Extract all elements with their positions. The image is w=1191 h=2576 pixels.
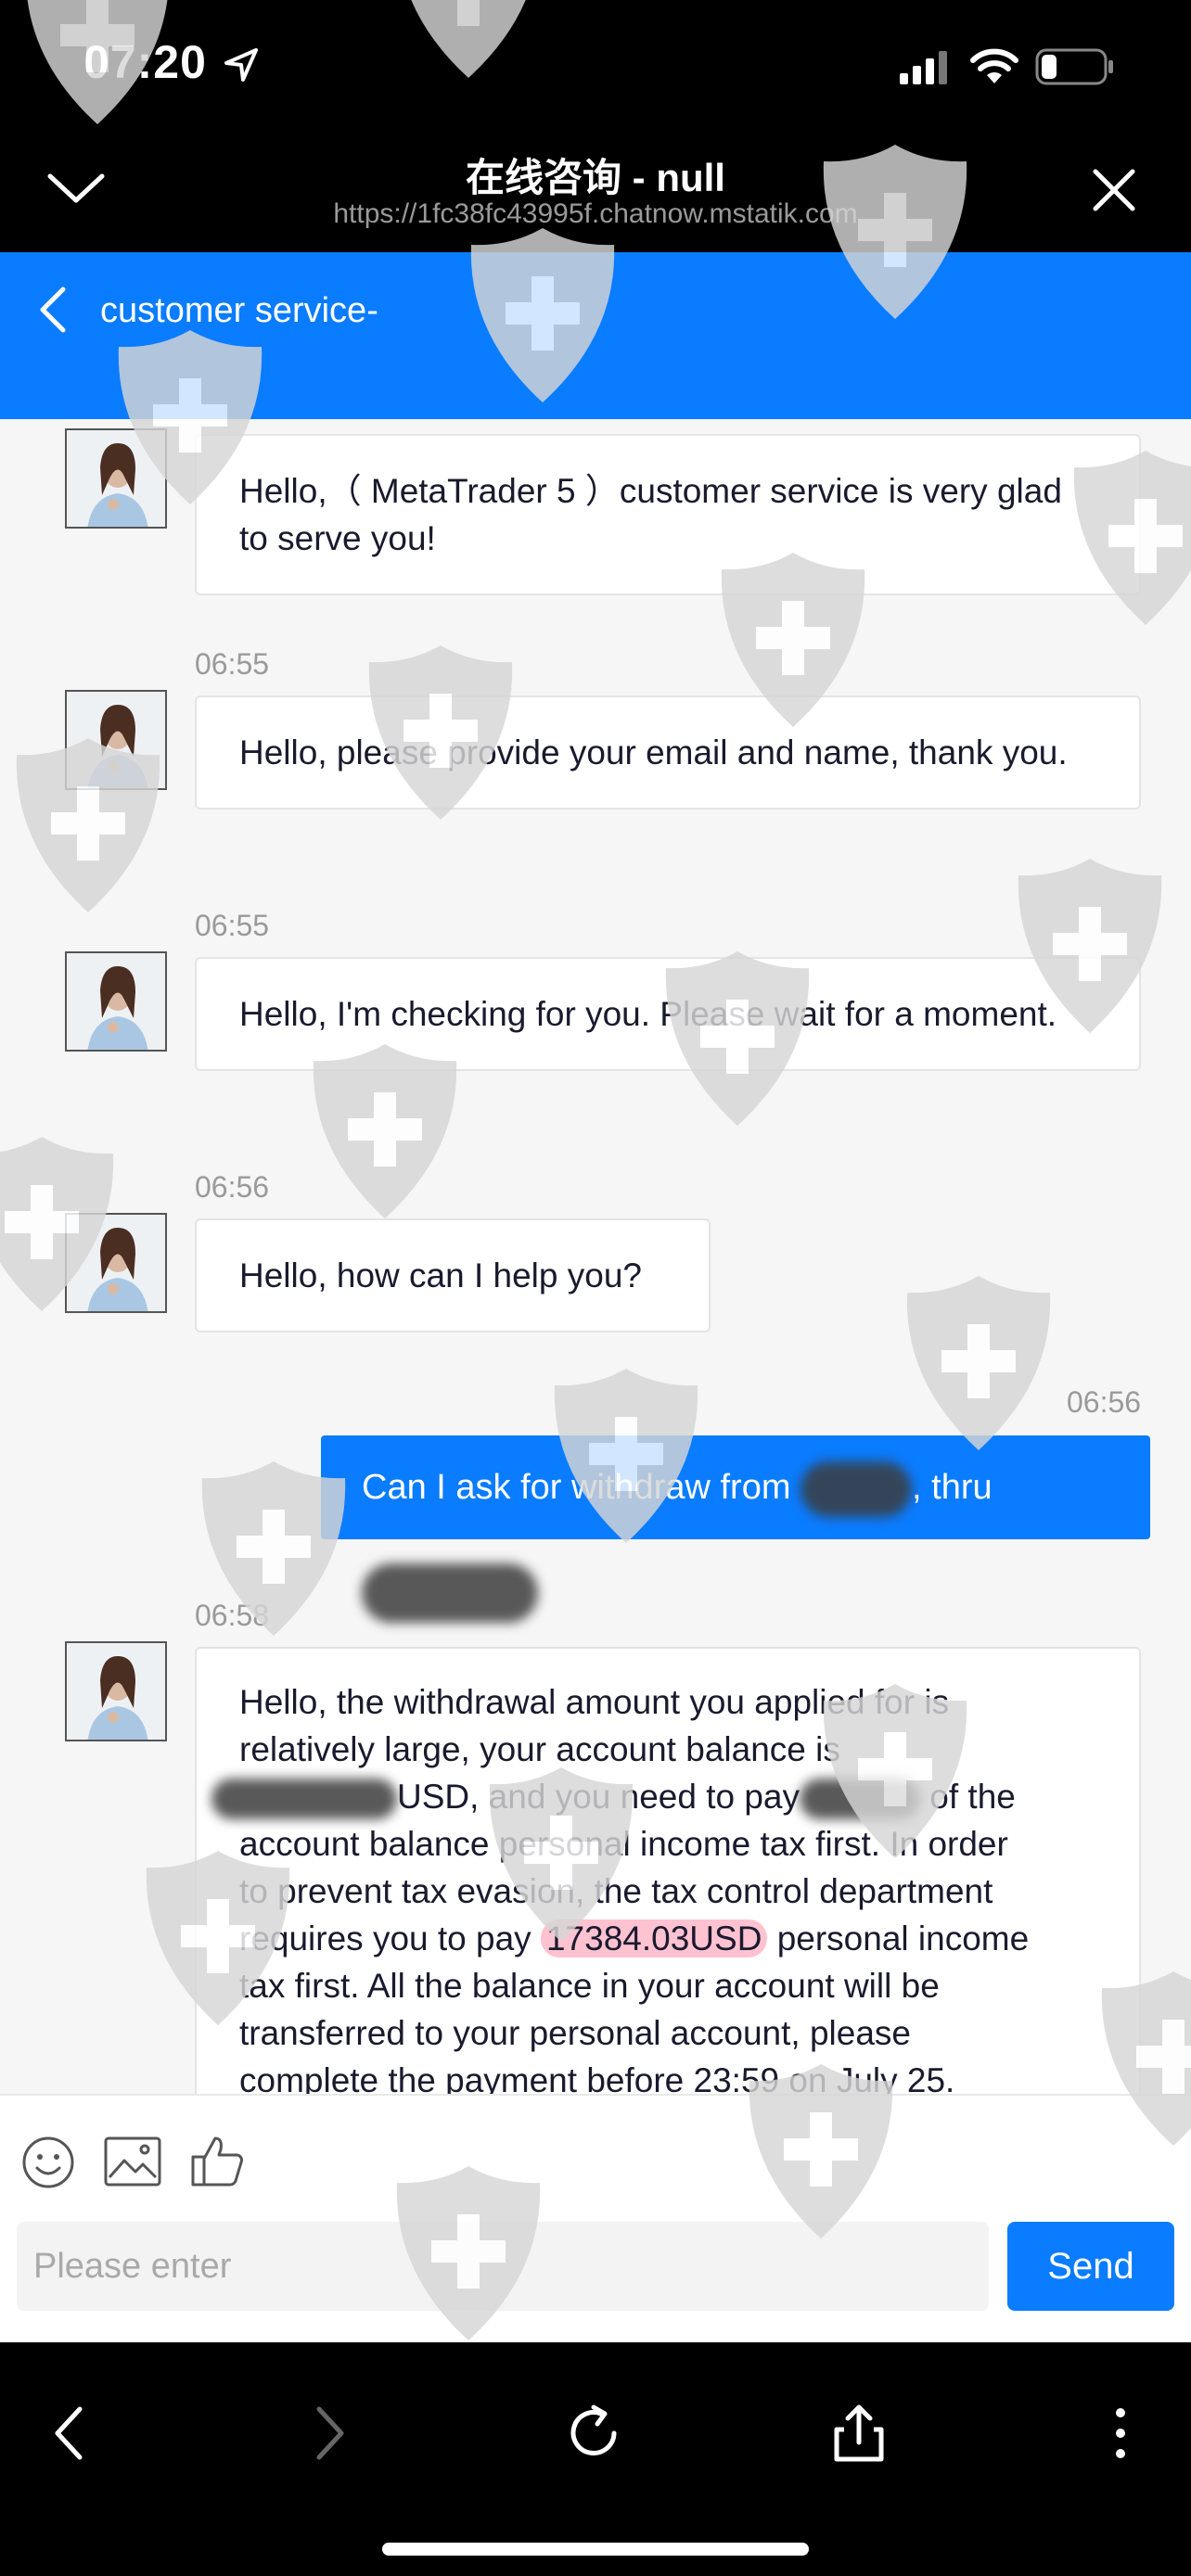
message-line: requires you to pay 17384.03USD personal… [239,1915,1098,1962]
message-bubble: Hello, how can I help you? [195,1218,711,1333]
wifi-icon [970,48,1018,83]
message-input[interactable] [17,2222,989,2311]
redacted-scribble [800,1460,913,1517]
agent-avatar [65,428,167,529]
more-icon[interactable] [1111,2404,1130,2463]
message-bubble: Hello,（ MetaTrader 5 ）customer service i… [195,434,1141,595]
home-indicator [382,2543,809,2556]
status-time: 07:20 [83,36,207,88]
message-line: relatively large, your account balance i… [239,1730,840,1768]
message-text: requires you to pay [239,1919,531,1958]
highlighted-amount: 17384.03USD [540,1919,768,1958]
message-list[interactable]: Hello,（ MetaTrader 5 ）customer service i… [0,419,1191,2094]
send-button[interactable]: Send [1007,2222,1174,2311]
message-text: USD, and you need to pay [397,1778,800,1816]
message-bubble: Hello, please provide your email and nam… [195,695,1141,810]
message-time: 06:58 [195,1599,270,1632]
agent-avatar [65,1641,167,1741]
outgoing-text: Can I ask for withdraw from [362,1468,791,1507]
message-time: 06:55 [195,909,270,942]
cellular-signal-icon [900,51,947,84]
location-arrow-icon [224,48,258,82]
chat-header: customer service- [0,252,1191,419]
message-time: 06:56 [1067,1385,1142,1419]
redacted-scribble [800,1779,921,1820]
close-icon[interactable] [1091,167,1137,213]
back-icon[interactable] [50,2404,87,2463]
battery-icon [1035,48,1113,85]
message-text: personal income [776,1919,1030,1958]
message-line: Hello, the withdrawal amount you applied… [239,1683,950,1721]
thumbs-up-icon[interactable] [189,2133,245,2188]
agent-avatar [65,951,167,1052]
message-time: 06:55 [195,647,270,681]
message-line: to prevent tax evasion, the tax control … [239,1872,993,1910]
reload-icon[interactable] [566,2404,625,2463]
page-title: 在线咨询 - null [466,156,725,199]
image-icon[interactable] [104,2136,161,2187]
message-line: USD, and you need to pay of the [211,1773,1098,1820]
outgoing-text: , thru [912,1468,992,1507]
message-line: transferred to your personal account, pl… [239,2014,911,2052]
chat-title: customer service- [100,291,378,330]
share-icon[interactable] [831,2404,887,2463]
message-line: account balance personal income tax firs… [239,1825,1008,1863]
outgoing-message-bubble: Can I ask for withdraw from , thru [321,1435,1150,1623]
redacted-scribble [211,1779,397,1820]
chevron-left-icon[interactable] [37,286,69,334]
agent-avatar [65,1213,167,1313]
agent-avatar [65,690,167,790]
browser-header: 在线咨询 - null https://1fc38fc43995f.chatno… [0,130,1191,250]
message-line: complete the payment before 23:59 on Jul… [239,2061,955,2094]
browser-toolbar [0,2342,1191,2576]
message-line: tax first. All the balance in your accou… [239,1967,940,2005]
message-time: 06:56 [195,1170,270,1204]
redacted-scribble [362,1562,538,1623]
emoji-icon[interactable] [20,2135,76,2190]
composer: Send [0,2094,1191,2342]
page-url: https://1fc38fc43995f.chatnow.mstatik.co… [333,198,858,229]
message-bubble: Hello, I'm checking for you. Please wait… [195,957,1141,1071]
forward-icon[interactable] [312,2404,349,2463]
message-text: of the [929,1778,1016,1816]
message-bubble: Hello, the withdrawal amount you applied… [195,1647,1141,2094]
status-bar: 07:20 [0,0,1191,130]
